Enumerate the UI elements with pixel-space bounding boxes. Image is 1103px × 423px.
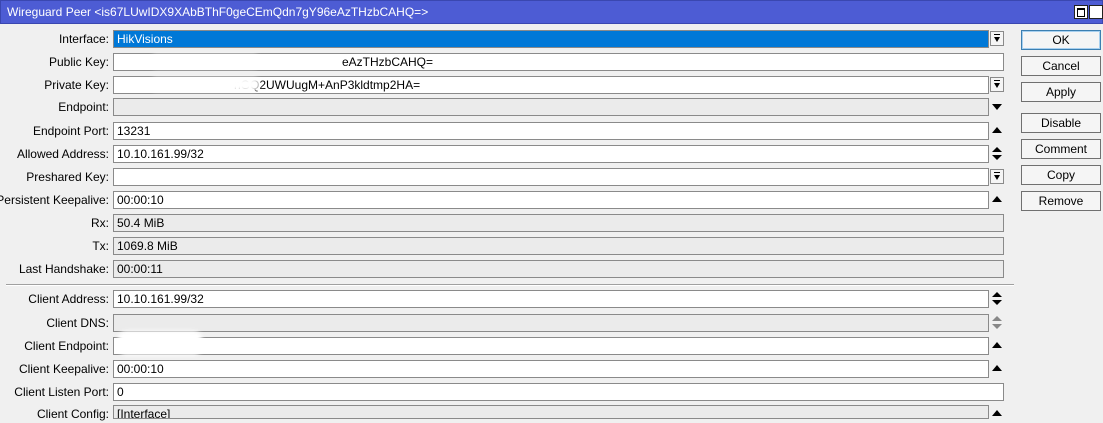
- tx-label: Tx:: [92, 239, 109, 253]
- allowed-address-row: Allowed Address: 10.10.161.99/32: [0, 145, 1015, 163]
- comment-button[interactable]: Comment: [1021, 139, 1101, 159]
- private-key-dropdown-icon[interactable]: [990, 77, 1004, 92]
- client-dns-label: Client DNS:: [46, 316, 109, 330]
- preshared-key-dropdown-icon[interactable]: [990, 169, 1004, 184]
- persistent-keepalive-label: Persistent Keepalive:: [0, 193, 109, 207]
- apply-button[interactable]: Apply: [1021, 82, 1101, 102]
- wireguard-peer-window: Wireguard Peer <is67LUwIDX9XAbBThF0geCEm…: [0, 0, 1103, 421]
- rx-field: 50.4 MiB: [113, 214, 1004, 232]
- client-address-field[interactable]: 10.10.161.99/32: [113, 290, 989, 308]
- rx-row: Rx: 50.4 MiB: [0, 214, 1015, 232]
- client-dns-updown-icon[interactable]: [990, 315, 1004, 331]
- preshared-key-field[interactable]: [113, 168, 989, 186]
- allowed-address-label: Allowed Address:: [16, 147, 109, 161]
- endpoint-port-collapse-icon[interactable]: [990, 123, 1004, 139]
- copy-button[interactable]: Copy: [1021, 165, 1101, 185]
- client-config-field[interactable]: [Interface]: [113, 405, 989, 419]
- last-handshake-row: Last Handshake: 00:00:11: [0, 260, 1015, 278]
- redaction-mark: [150, 78, 260, 91]
- allowed-address-field[interactable]: 10.10.161.99/32: [113, 145, 989, 163]
- endpoint-port-label: Endpoint Port:: [32, 124, 109, 138]
- interface-select[interactable]: HikVisions: [113, 30, 989, 48]
- maximize-icon[interactable]: [1074, 5, 1088, 19]
- interface-label: Interface:: [58, 32, 109, 46]
- tx-field: 1069.8 MiB: [113, 237, 1004, 255]
- rx-label: Rx:: [91, 216, 109, 230]
- client-dns-row: Client DNS:: [0, 314, 1015, 332]
- section-divider: [6, 284, 1014, 286]
- private-key-label: Private Key:: [44, 78, 109, 92]
- persistent-keepalive-collapse-icon[interactable]: [990, 192, 1004, 208]
- client-address-label: Client Address:: [28, 292, 109, 306]
- preshared-key-row: Preshared Key:: [0, 168, 1015, 186]
- persistent-keepalive-field[interactable]: 00:00:10: [113, 191, 989, 209]
- client-listen-port-field[interactable]: 0: [113, 383, 1004, 401]
- client-endpoint-collapse-icon[interactable]: [990, 338, 1004, 354]
- client-keepalive-row: Client Keepalive: 00:00:10: [0, 360, 1015, 378]
- ok-button[interactable]: OK: [1021, 30, 1101, 50]
- cancel-button[interactable]: Cancel: [1021, 56, 1101, 76]
- endpoint-row: Endpoint:: [0, 98, 1015, 116]
- client-keepalive-field[interactable]: 00:00:10: [113, 360, 989, 378]
- client-address-updown-icon[interactable]: [990, 291, 1004, 307]
- tx-row: Tx: 1069.8 MiB: [0, 237, 1015, 255]
- client-config-collapse-icon[interactable]: [990, 406, 1004, 418]
- private-key-value: nGQ2UWUugM+AnP3kldtmp2HA=: [234, 78, 421, 92]
- client-listen-port-row: Client Listen Port: 0: [0, 383, 1015, 401]
- endpoint-label: Endpoint:: [58, 100, 109, 114]
- client-config-row: Client Config: [Interface]: [0, 405, 1015, 423]
- public-key-label: Public Key:: [48, 55, 109, 69]
- client-address-row: Client Address: 10.10.161.99/32: [0, 290, 1015, 308]
- client-listen-port-label: Client Listen Port:: [14, 385, 109, 399]
- disable-button[interactable]: Disable: [1021, 113, 1101, 133]
- client-dns-field[interactable]: [113, 314, 989, 332]
- endpoint-port-row: Endpoint Port: 13231: [0, 122, 1015, 140]
- endpoint-port-field[interactable]: 13231: [113, 122, 989, 140]
- endpoint-field[interactable]: [113, 98, 989, 116]
- title-bar[interactable]: Wireguard Peer <is67LUwIDX9XAbBThF0geCEm…: [0, 0, 1103, 24]
- last-handshake-field: 00:00:11: [113, 260, 1004, 278]
- client-keepalive-collapse-icon[interactable]: [990, 361, 1004, 377]
- interface-value: HikVisions: [114, 31, 988, 47]
- last-handshake-label: Last Handshake:: [18, 262, 109, 276]
- remove-button[interactable]: Remove: [1021, 191, 1101, 211]
- interface-row: Interface: HikVisions: [0, 30, 1015, 48]
- close-icon[interactable]: ✕: [1089, 5, 1103, 19]
- redaction-mark: [150, 55, 260, 68]
- allowed-address-updown-icon[interactable]: [990, 146, 1004, 162]
- client-endpoint-label: Client Endpoint:: [24, 339, 109, 353]
- redaction-mark: [118, 331, 202, 355]
- public-key-value: eAzTHzbCAHQ=: [342, 55, 434, 69]
- endpoint-expand-icon[interactable]: [990, 99, 1004, 115]
- window-title: Wireguard Peer <is67LUwIDX9XAbBThF0geCEm…: [7, 5, 429, 19]
- client-endpoint-field[interactable]: [113, 337, 989, 355]
- preshared-key-label: Preshared Key:: [26, 170, 109, 184]
- interface-dropdown-icon[interactable]: [990, 31, 1004, 46]
- persistent-keepalive-row: Persistent Keepalive: 00:00:10: [0, 191, 1015, 209]
- client-keepalive-label: Client Keepalive:: [18, 362, 109, 376]
